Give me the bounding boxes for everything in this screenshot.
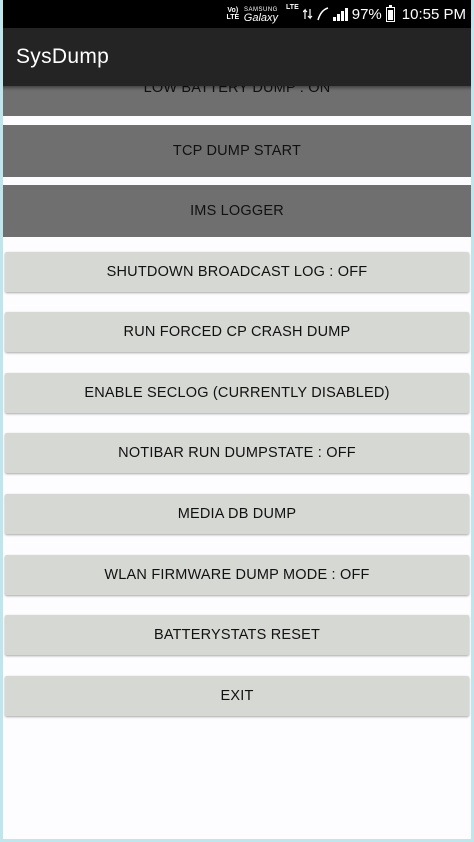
app-title: SysDump — [16, 45, 110, 68]
run-forced-cp-crash-dump-button[interactable]: RUN FORCED CP CRASH DUMP — [5, 312, 469, 352]
battery-icon — [385, 4, 395, 22]
button-label: BATTERYSTATS RESET — [153, 627, 321, 643]
button-label: NOTIBAR RUN DUMPSTATE : OFF — [118, 445, 356, 461]
button-label: IMS LOGGER — [190, 203, 284, 219]
ims-logger-button[interactable]: IMS LOGGER — [0, 185, 474, 237]
button-label: EXIT — [220, 688, 254, 704]
button-label: WLAN FIRMWARE DUMP MODE : OFF — [104, 567, 370, 583]
exit-button[interactable]: EXIT — [5, 676, 469, 716]
enable-seclog-button[interactable]: ENABLE SECLOG (CURRENTLY DISABLED) — [5, 373, 469, 413]
lte-indicator: LTE — [286, 4, 299, 11]
app-bar: SysDump — [0, 28, 474, 86]
button-label: SHUTDOWN BROADCAST LOG : OFF — [106, 264, 368, 280]
shutdown-broadcast-log-button[interactable]: SHUTDOWN BROADCAST LOG : OFF — [5, 252, 469, 292]
clock: 10:55 PM — [401, 5, 466, 23]
media-db-dump-button[interactable]: MEDIA DB DUMP — [5, 494, 469, 534]
button-label: TCP DUMP START — [172, 143, 302, 159]
button-label: ENABLE SECLOG (CURRENTLY DISABLED) — [84, 385, 390, 401]
wifi-icon — [317, 7, 328, 21]
signal-strength-icon — [332, 7, 348, 21]
battery-percentage: 97% — [351, 5, 382, 23]
wlan-firmware-dump-mode-button[interactable]: WLAN FIRMWARE DUMP MODE : OFF — [5, 555, 469, 595]
status-bar: Vo) LTE SAMSUNG Galaxy LTE 97% 10:55 PM — [0, 0, 474, 28]
batterystats-reset-button[interactable]: BATTERYSTATS RESET — [5, 615, 469, 655]
tcp-dump-start-button[interactable]: TCP DUMP START — [0, 125, 474, 177]
brand-text: Galaxy — [243, 12, 279, 24]
button-label: LOW BATTERY DUMP : ON — [143, 86, 331, 96]
volte-indicator: Vo) LTE — [226, 7, 240, 21]
data-activity-icon — [302, 8, 313, 20]
low-battery-dump-button[interactable]: LOW BATTERY DUMP : ON — [0, 86, 474, 116]
carrier-brand: SAMSUNG Galaxy — [243, 6, 279, 24]
notibar-run-dumpstate-button[interactable]: NOTIBAR RUN DUMPSTATE : OFF — [5, 433, 469, 473]
button-label: RUN FORCED CP CRASH DUMP — [123, 324, 351, 340]
button-label: MEDIA DB DUMP — [177, 506, 297, 522]
